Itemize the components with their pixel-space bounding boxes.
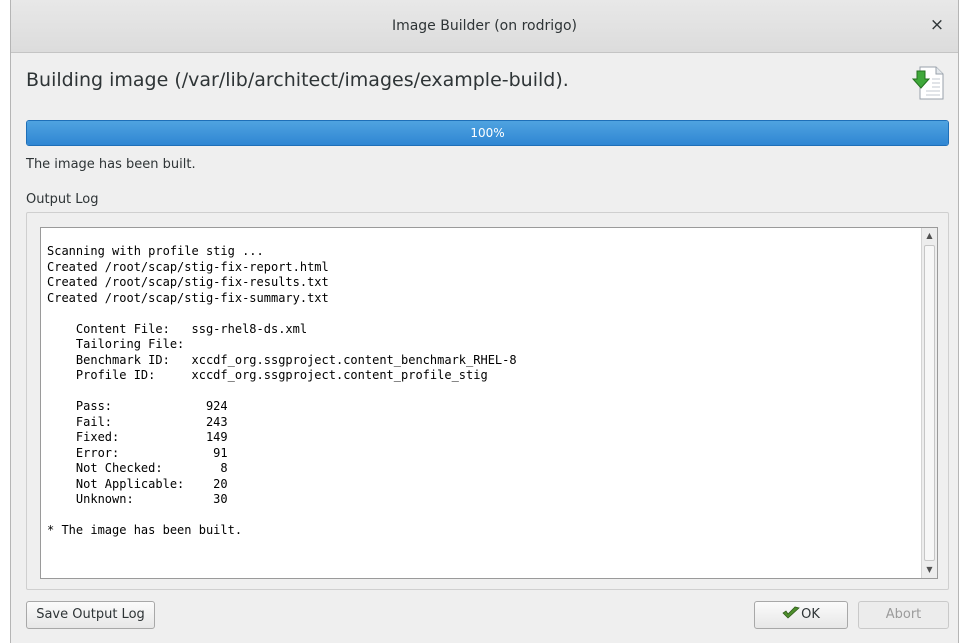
window-title: Image Builder (on rodrigo) (391, 18, 578, 34)
output-log-label: Output Log (26, 192, 99, 207)
build-progress-bar: 100% (26, 120, 949, 146)
scroll-up-arrow-icon[interactable]: ▲ (922, 228, 937, 244)
page-title: Building image (/var/lib/architect/image… (26, 69, 569, 91)
scroll-thumb[interactable] (924, 245, 935, 561)
document-download-icon (912, 66, 944, 100)
ok-button[interactable]: OK (754, 601, 848, 629)
scroll-down-arrow-icon[interactable]: ▼ (922, 562, 937, 578)
log-scrollbar[interactable]: ▲ ▼ (921, 228, 937, 578)
output-log-textarea[interactable]: Scanning with profile stig ... Created /… (40, 227, 938, 579)
close-button[interactable]: × (926, 14, 948, 36)
status-message: The image has been built. (26, 157, 196, 172)
progress-label: 100% (470, 126, 505, 140)
image-builder-dialog: Image Builder (on rodrigo) × Building im… (10, 0, 959, 643)
output-log-text: Scanning with profile stig ... Created /… (47, 244, 517, 537)
save-output-log-button[interactable]: Save Output Log (26, 601, 155, 629)
title-bar[interactable]: Image Builder (on rodrigo) × (11, 0, 958, 53)
abort-button[interactable]: Abort (858, 601, 949, 629)
ok-button-label: OK (801, 607, 820, 622)
ok-check-icon (782, 606, 800, 619)
